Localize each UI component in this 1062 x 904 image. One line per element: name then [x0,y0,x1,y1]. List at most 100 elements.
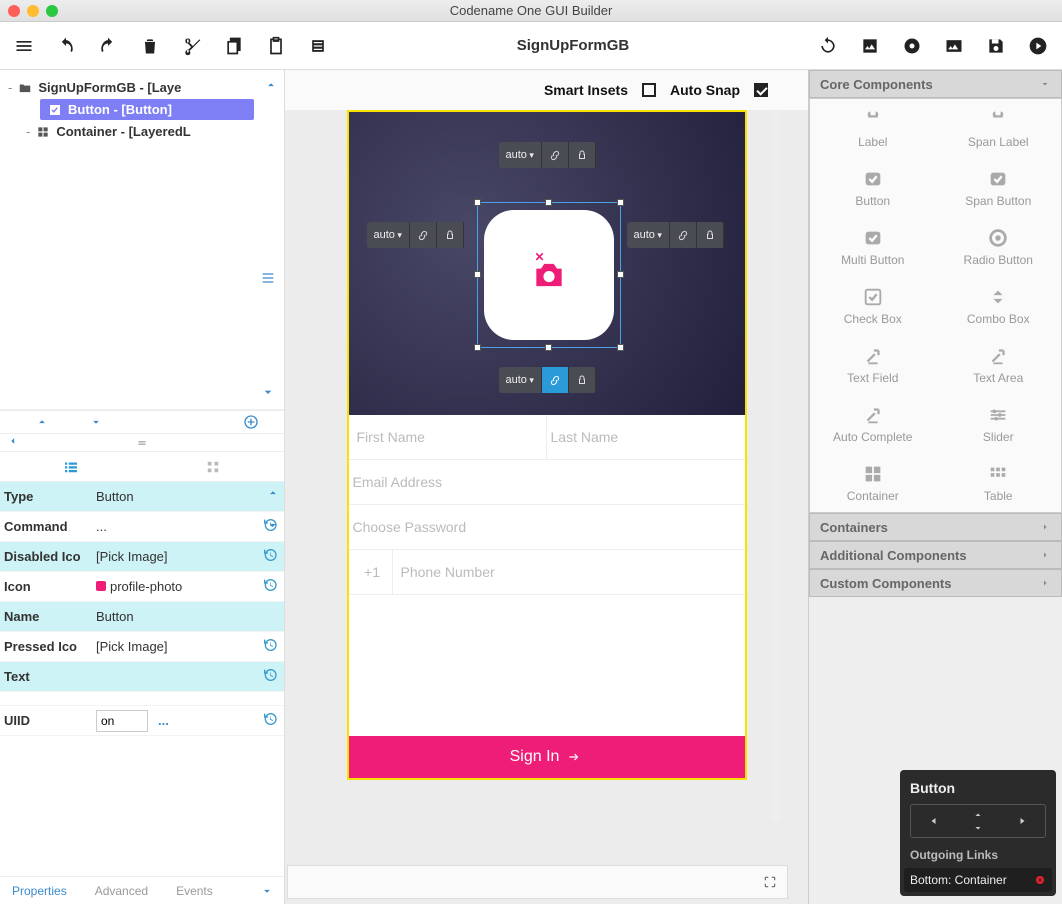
section-containers[interactable]: Containers [809,513,1062,541]
prop-row[interactable]: Icon profile-photo [0,572,284,602]
history-icon[interactable] [262,667,278,686]
redo-icon[interactable] [98,36,118,56]
inset-left-control[interactable]: auto [367,222,464,248]
grid-view-tab[interactable] [142,452,284,481]
save-icon[interactable] [986,36,1006,56]
popup-link-row[interactable]: Bottom: Container [904,868,1052,892]
component-text-field[interactable]: Text Field [810,335,936,394]
tree-item-button[interactable]: Button - [Button] [40,99,254,120]
section-core[interactable]: Core Components [809,70,1062,98]
scrollbar[interactable] [772,110,780,820]
component-radio-button[interactable]: Radio Button [936,217,1062,276]
component-text-area[interactable]: Text Area [936,335,1062,394]
undo-icon[interactable] [56,36,76,56]
skip-back-icon[interactable] [927,815,939,827]
prop-row[interactable]: Disabled Ico [Pick Image] [0,542,284,572]
section-custom[interactable]: Custom Components [809,569,1062,597]
disc-icon[interactable] [902,36,922,56]
tab-events[interactable]: Events [176,884,213,898]
prop-down-icon[interactable] [266,518,280,532]
prop-row[interactable]: Text [0,662,284,692]
prop-row[interactable]: Command ... [0,512,284,542]
component-combo-box[interactable]: Combo Box [936,276,1062,335]
history-icon[interactable] [262,637,278,656]
signin-button[interactable]: Sign In [349,736,745,778]
skip-forward-icon[interactable] [1017,815,1029,827]
component-slider[interactable]: Slider [936,394,1062,453]
component-span-button[interactable]: Span Button [936,158,1062,217]
component-icon [987,168,1009,190]
prop-row[interactable]: UIID ... [0,706,284,736]
component-span-label[interactable]: Span Label [936,99,1062,158]
tab-properties[interactable]: Properties [12,884,67,898]
section-additional[interactable]: Additional Components [809,541,1062,569]
selection-box[interactable] [477,202,621,348]
history-icon[interactable] [262,711,278,730]
hamburger-icon[interactable] [14,36,34,56]
bottom-tabs: Properties Advanced Events [0,876,284,904]
component-table[interactable]: Table [936,453,1062,512]
tree-down-icon[interactable] [260,384,276,400]
inset-bottom-control[interactable]: auto [499,367,596,393]
component-label: Text Area [973,371,1023,385]
image-icon[interactable] [860,36,880,56]
list-icon[interactable] [308,36,328,56]
popup-nav[interactable] [910,804,1046,838]
popup-section: Outgoing Links [910,848,1046,862]
chevron-down-icon[interactable] [260,884,274,898]
tree-label: Button - [Button] [68,102,172,117]
tree-up-icon[interactable] [264,78,278,92]
ellipsis-button[interactable]: ... [158,713,169,728]
smart-insets-checkbox[interactable] [642,83,656,97]
component-auto-complete[interactable]: Auto Complete [810,394,936,453]
prop-row[interactable]: Pressed Ico [Pick Image] [0,632,284,662]
prop-up-icon[interactable] [266,486,280,500]
lines-icon[interactable] [260,270,276,286]
tree-collapse-bar[interactable] [0,410,284,434]
component-check-box[interactable]: Check Box [810,276,936,335]
window-title: Codename One GUI Builder [0,3,1062,18]
component-button[interactable]: Button [810,158,936,217]
canvas-area[interactable]: ✕ auto [285,110,808,860]
paste-icon[interactable] [266,36,286,56]
auto-label: auto [634,229,662,241]
uiid-input[interactable] [96,710,148,732]
inset-top-control[interactable]: auto [499,142,596,168]
tree-item-container[interactable]: - Container - [LayeredL [0,120,284,143]
caret-down-icon[interactable] [972,822,984,834]
prop-row[interactable]: Name Button [0,602,284,632]
play-icon[interactable] [1028,36,1048,56]
expand-icon[interactable] [763,875,777,889]
picture-icon[interactable] [944,36,964,56]
password-field[interactable]: Choose Password [349,505,745,550]
chevron-left-icon[interactable] [6,434,20,448]
cut-icon[interactable] [182,36,202,56]
list-view-tab[interactable] [0,452,142,481]
history-icon[interactable] [262,547,278,566]
link-popup[interactable]: Button Outgoing Links Bottom: Container [900,770,1056,896]
refresh-icon[interactable] [818,36,838,56]
tab-advanced[interactable]: Advanced [95,884,148,898]
component-multi-button[interactable]: Multi Button [810,217,936,276]
drag-handle[interactable] [0,434,284,452]
last-name-field[interactable]: Last Name [547,415,741,459]
phone-field[interactable]: Phone Number [393,564,495,580]
caret-up-icon[interactable] [972,809,984,821]
component-label: Span Label [968,135,1029,149]
tree-item-root[interactable]: - SignUpFormGB - [Laye [0,76,284,99]
delete-icon[interactable] [140,36,160,56]
inset-right-control[interactable]: auto [627,222,724,248]
phone-row: +1 Phone Number [349,550,745,595]
close-circle-icon[interactable] [1034,874,1046,886]
country-code[interactable]: +1 [353,550,393,594]
first-name-field[interactable]: First Name [353,415,547,459]
prop-row[interactable]: Type Button [0,482,284,512]
plus-circle-icon[interactable] [243,414,259,430]
email-field[interactable]: Email Address [349,460,745,505]
component-label[interactable]: Label [810,99,936,158]
component-container[interactable]: Container [810,453,936,512]
auto-snap-checkbox[interactable] [754,83,768,97]
prop-view-tabs [0,452,284,482]
copy-icon[interactable] [224,36,244,56]
history-icon[interactable] [262,577,278,596]
